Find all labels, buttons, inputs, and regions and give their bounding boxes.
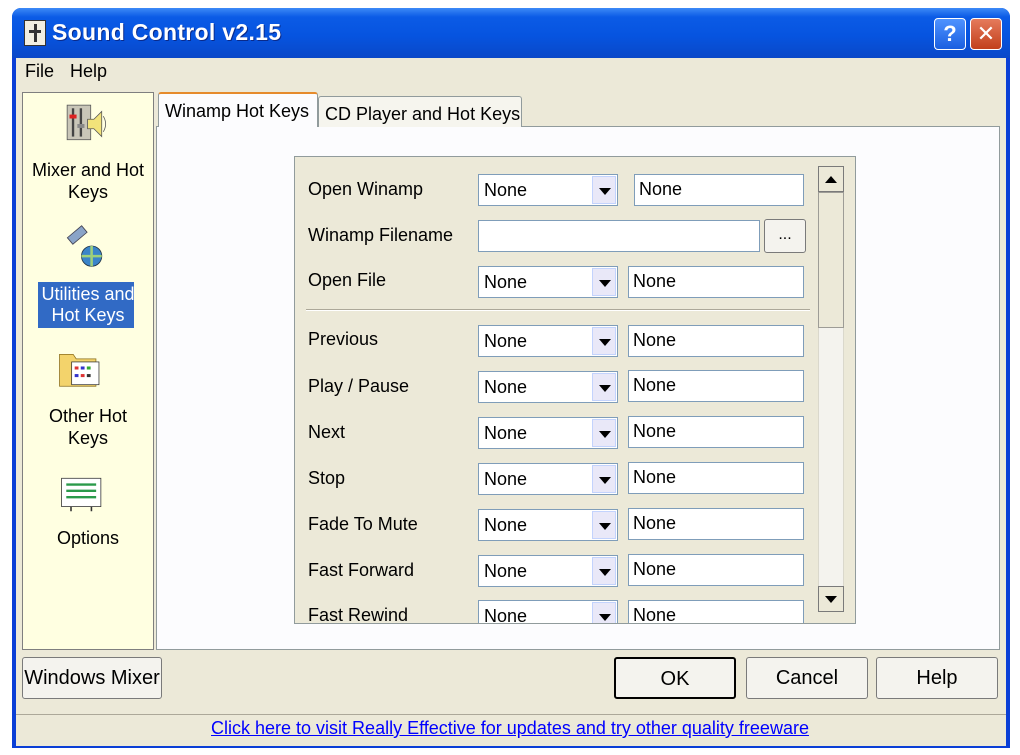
- select-value: None: [484, 377, 528, 397]
- select-value: None: [484, 469, 528, 489]
- scroll-up-button[interactable]: [818, 166, 844, 192]
- fast-rewind-hotkey-field[interactable]: None: [628, 600, 804, 623]
- windows-mixer-button[interactable]: Windows Mixer: [22, 657, 162, 699]
- fast-forward-hotkey-field[interactable]: None: [628, 554, 804, 586]
- select-value: None: [484, 606, 528, 623]
- chevron-down-icon: [825, 596, 837, 603]
- menu-help[interactable]: Help: [70, 61, 107, 82]
- nav-item-label: Utilities and: [41, 284, 135, 304]
- tab-cd-player[interactable]: CD Player and Hot Keys: [318, 96, 522, 127]
- hotkey-row-label: Fade To Mute: [308, 514, 418, 534]
- nav-item-label: Mixer and Hot: [31, 160, 145, 180]
- hotkey-row-label: Play / Pause: [308, 376, 410, 396]
- fade-to-mute-modifier-select[interactable]: None: [478, 509, 618, 541]
- select-value: None: [484, 423, 528, 443]
- chevron-down-icon[interactable]: [592, 557, 616, 585]
- stop-hotkey-field[interactable]: None: [628, 462, 804, 494]
- open-winamp-hotkey-field[interactable]: None: [634, 174, 804, 206]
- utilities-globe-icon: [66, 225, 103, 267]
- nav-item-label: Keys: [67, 428, 109, 448]
- clipped-row-viewport: Fast Rewind None None: [295, 600, 815, 623]
- scroll-down-button[interactable]: [818, 586, 844, 612]
- open-file-label: Open File: [308, 270, 387, 290]
- section-divider: [306, 309, 810, 311]
- browse-button[interactable]: ...: [764, 219, 806, 253]
- open-winamp-modifier-select[interactable]: None: [478, 174, 618, 206]
- window-title: Sound Control v2.15: [52, 19, 282, 45]
- nav-item-utilities[interactable]: Utilities and Hot Keys: [22, 222, 154, 330]
- help-button[interactable]: Help: [876, 657, 998, 699]
- scroll-thumb[interactable]: [818, 192, 844, 328]
- select-value: None: [484, 515, 528, 535]
- select-value: None: [484, 272, 528, 292]
- winamp-filename-label: Winamp Filename: [308, 225, 454, 245]
- nav-item-label: Options: [56, 528, 120, 548]
- chevron-up-icon: [825, 176, 837, 183]
- nav-item-other[interactable]: Other Hot Keys: [22, 344, 154, 452]
- hotkey-row-label: Fast Rewind: [308, 605, 409, 623]
- chevron-down-icon[interactable]: [592, 419, 616, 447]
- select-value: None: [484, 180, 528, 200]
- hotkey-row-label: Next: [308, 422, 346, 442]
- close-button[interactable]: ✕: [970, 18, 1002, 50]
- previous-hotkey-field[interactable]: None: [628, 325, 804, 357]
- chevron-down-icon[interactable]: [592, 268, 616, 296]
- hotkey-row-label: Fast Forward: [308, 560, 415, 580]
- play-pause-hotkey-field[interactable]: None: [628, 370, 804, 402]
- menu-bar: [16, 58, 1006, 86]
- updates-link[interactable]: Click here to visit Really Effective for…: [0, 718, 1020, 739]
- chevron-down-icon[interactable]: [592, 327, 616, 355]
- nav-item-mixer[interactable]: Mixer and Hot Keys: [22, 100, 154, 208]
- nav-item-options[interactable]: Options: [22, 468, 154, 558]
- title-help-button[interactable]: ?: [934, 18, 966, 50]
- menu-file[interactable]: File: [25, 61, 54, 82]
- next-modifier-select[interactable]: None: [478, 417, 618, 449]
- chevron-down-icon[interactable]: [592, 511, 616, 539]
- folder-keys-icon: [59, 353, 100, 387]
- nav-item-label: Other Hot: [48, 406, 128, 426]
- fade-to-mute-hotkey-field[interactable]: None: [628, 508, 804, 540]
- ok-button[interactable]: OK: [614, 657, 736, 699]
- app-icon: [24, 20, 46, 46]
- hotkey-row-label: Stop: [308, 468, 346, 488]
- stop-modifier-select[interactable]: None: [478, 463, 618, 495]
- tab-winamp-hot-keys[interactable]: Winamp Hot Keys: [158, 92, 318, 127]
- open-winamp-label: Open Winamp: [308, 179, 424, 199]
- cancel-button[interactable]: Cancel: [746, 657, 868, 699]
- next-hotkey-field[interactable]: None: [628, 416, 804, 448]
- nav-item-label: Hot Keys: [51, 305, 125, 325]
- select-value: None: [484, 331, 528, 351]
- previous-modifier-select[interactable]: None: [478, 325, 618, 357]
- fast-rewind-modifier-select[interactable]: None: [478, 600, 618, 623]
- chevron-down-icon[interactable]: [592, 373, 616, 401]
- play-pause-modifier-select[interactable]: None: [478, 371, 618, 403]
- options-list-icon: [61, 477, 102, 512]
- chevron-down-icon[interactable]: [592, 602, 616, 623]
- fast-forward-modifier-select[interactable]: None: [478, 555, 618, 587]
- open-file-hotkey-field[interactable]: None: [628, 266, 804, 298]
- mixer-speaker-icon: [66, 104, 107, 141]
- hotkey-row-label: Previous: [308, 329, 379, 349]
- winamp-filename-input[interactable]: [478, 220, 760, 252]
- chevron-down-icon[interactable]: [592, 176, 616, 204]
- select-value: None: [484, 561, 528, 581]
- chevron-down-icon[interactable]: [592, 465, 616, 493]
- nav-item-label: Keys: [67, 182, 109, 202]
- open-file-modifier-select[interactable]: None: [478, 266, 618, 298]
